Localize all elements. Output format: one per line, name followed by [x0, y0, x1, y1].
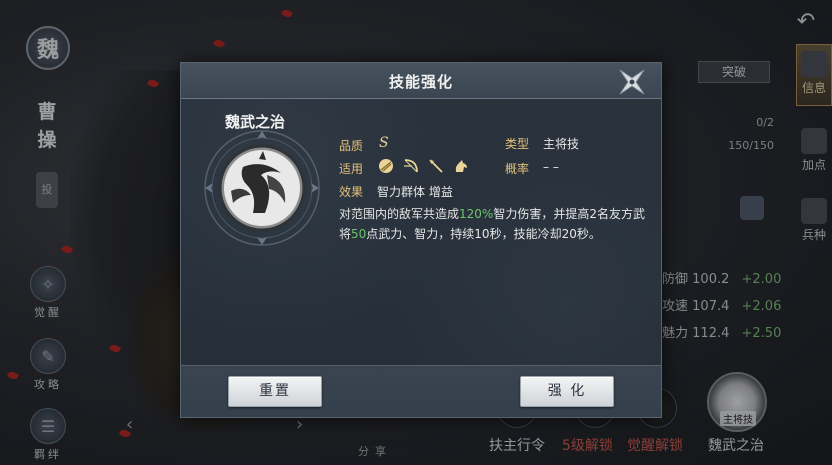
reset-button[interactable]: 重置 — [228, 376, 322, 407]
close-icon — [619, 69, 645, 95]
dialog-header: 技能强化 — [181, 63, 661, 99]
dialog-title: 技能强化 — [388, 73, 453, 91]
applies-icons — [377, 157, 470, 175]
enhance-button[interactable]: 强 化 — [520, 376, 614, 407]
skill-description: 对范围内的敌军共造成120%智力伤害，并提高2名友方武将50点武力、智力，持续1… — [339, 204, 645, 244]
description-text-3: 点武力、智力，持续10秒，技能冷却20秒。 — [366, 227, 601, 241]
spear-icon — [427, 157, 445, 175]
grade-value: S — [379, 135, 389, 151]
effect-value: 智力群体 增益 — [377, 185, 453, 199]
type-value: 主将技 — [543, 137, 580, 151]
description-text-1: 对范围内的敌军共造成 — [339, 207, 460, 221]
applies-label: 适用 — [339, 162, 364, 176]
skill-enhance-dialog: 技能强化 魏武之治 品质 S 类型 主将技 适用 概率 – – 效果 智力群体 … — [180, 62, 662, 418]
bow-icon — [402, 157, 420, 175]
grade-label: 品质 — [339, 139, 364, 153]
skill-portrait — [203, 129, 321, 247]
description-highlight-bonus: 50 — [351, 227, 367, 241]
cavalry-icon — [452, 157, 470, 175]
shield-icon — [377, 157, 395, 175]
close-button[interactable] — [615, 65, 649, 99]
effect-label: 效果 — [339, 185, 364, 199]
rate-value: – – — [543, 160, 559, 174]
description-highlight-damage: 120% — [459, 207, 494, 221]
dialog-footer: 重置 强 化 — [181, 365, 661, 417]
type-label: 类型 — [505, 137, 530, 151]
rate-label: 概率 — [505, 162, 530, 176]
